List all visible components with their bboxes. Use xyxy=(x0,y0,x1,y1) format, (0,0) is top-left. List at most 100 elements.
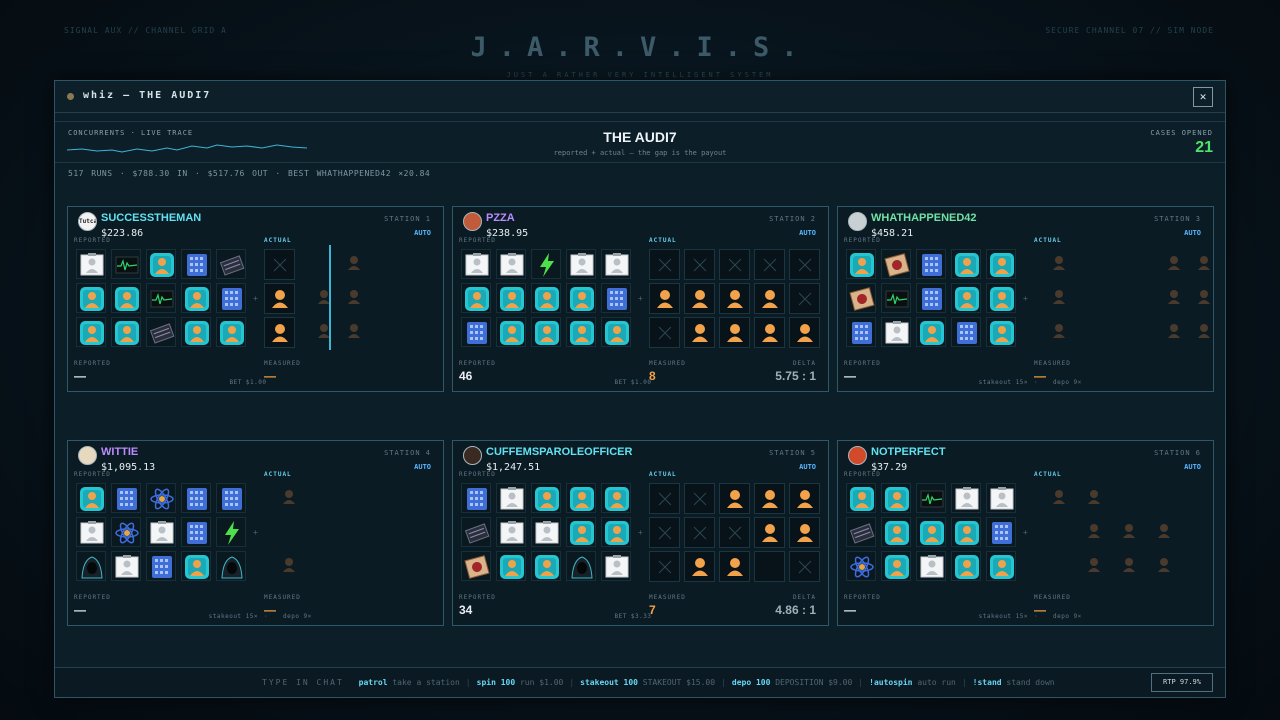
auto-toggle[interactable]: AUTO xyxy=(414,463,431,471)
person-icon xyxy=(986,483,1016,513)
pending-icon xyxy=(1149,517,1180,548)
player-balance: $458.21 xyxy=(871,228,914,239)
game-window: whiz — THE AUDI7 ✕ CONCURRENTS · LIVE TR… xyxy=(54,80,1226,698)
face-icon xyxy=(951,283,981,313)
reported-label: REPORTED xyxy=(74,360,111,367)
pending-icon xyxy=(1044,483,1075,514)
avatar xyxy=(848,446,867,465)
bet-label: BET $3.33 xyxy=(614,613,652,620)
chat-command[interactable]: depo 100 xyxy=(732,678,771,687)
person-icon xyxy=(531,517,561,547)
face-icon xyxy=(181,551,211,581)
stats-line: 517 RUNS · $788.30 IN · $517.76 OUT · BE… xyxy=(68,169,431,178)
game-title: THE AUDI7 xyxy=(603,129,677,145)
station-card[interactable]: Tutcam SUCCESSTHEMAN STATION 1 REPORTED $223… xyxy=(67,206,444,392)
station-card[interactable]: CUFFEMSPAROLEOFFICER STATION 5 REPORTED $1,… xyxy=(452,440,829,626)
measured-label: MEASURED xyxy=(1034,360,1071,367)
depo-count: depo 9× xyxy=(1053,613,1082,620)
station-card[interactable]: WITTIE STATION 4 REPORTED $1,095.13 AUTO ACTU… xyxy=(67,440,444,626)
face-icon xyxy=(986,249,1016,279)
face-icon xyxy=(881,483,911,513)
reported-label: REPORTED xyxy=(844,594,881,601)
pending-icon xyxy=(1079,483,1110,514)
chat-command-desc: stand down xyxy=(1006,678,1055,687)
auto-toggle[interactable]: AUTO xyxy=(799,463,816,471)
player-name: SUCCESSTHEMAN xyxy=(101,212,202,224)
auto-toggle[interactable]: AUTO xyxy=(799,229,816,237)
face-icon xyxy=(146,249,176,279)
plus-divider: + xyxy=(638,528,643,537)
bolt-icon xyxy=(216,517,246,547)
person-icon xyxy=(566,249,596,279)
chat-command-desc: take a station xyxy=(392,678,460,687)
auto-toggle[interactable]: AUTO xyxy=(414,229,431,237)
face-icon xyxy=(496,551,526,581)
hit-icon xyxy=(684,283,715,314)
person-icon xyxy=(496,517,526,547)
hood-icon xyxy=(216,551,246,581)
game-subtitle: reported + actual — the gap is the payou… xyxy=(553,149,727,157)
pending-icon xyxy=(1114,517,1145,548)
chat-command[interactable]: spin 100 xyxy=(477,678,516,687)
player-name: WHATHAPPENED42 xyxy=(871,212,977,224)
hood-icon xyxy=(76,551,106,581)
person-icon xyxy=(881,317,911,347)
chat-command[interactable]: patrol xyxy=(359,678,388,687)
delta-value: 5.75 : 1 xyxy=(775,369,816,383)
pending-icon xyxy=(1114,551,1145,582)
command-separator: | xyxy=(721,678,726,687)
auto-toggle[interactable]: AUTO xyxy=(1184,229,1201,237)
face-icon xyxy=(531,483,561,513)
miss-icon xyxy=(649,317,680,348)
command-separator: | xyxy=(961,678,967,687)
pending-icon xyxy=(1159,283,1190,314)
plus-divider: + xyxy=(253,528,258,537)
server-icon xyxy=(986,517,1016,547)
status-dot xyxy=(67,93,74,100)
station-card[interactable]: PZZA STATION 2 REPORTED $238.95 AUTO ACTUAL + R… xyxy=(452,206,829,392)
window-title: whiz — THE AUDI7 xyxy=(83,90,212,101)
chat-command-desc: DEPOSITION $9.00 xyxy=(775,678,853,687)
atom-icon xyxy=(111,517,141,547)
cases-opened-label: CASES OPENED xyxy=(1150,129,1213,137)
chat-command[interactable]: stakeout 100 xyxy=(580,678,638,687)
actual-header: ACTUAL xyxy=(264,237,292,244)
chat-command-desc: run $1.00 xyxy=(519,678,564,687)
miss-icon xyxy=(719,517,750,548)
station-card[interactable]: NOTPERFECT STATION 6 REPORTED $37.29 AUTO ACT… xyxy=(837,440,1214,626)
rtp-badge: RTP 97.9% xyxy=(1151,673,1213,692)
face-icon xyxy=(601,517,631,547)
face-icon xyxy=(531,283,561,313)
server-icon xyxy=(916,283,946,313)
face-icon xyxy=(986,283,1016,313)
chat-commands: TYPE IN CHAT patrol take a station | spin … xyxy=(262,678,1055,687)
actual-header: ACTUAL xyxy=(649,237,677,244)
bet-label: BET $1.00 xyxy=(614,379,652,386)
person-icon xyxy=(76,249,106,279)
server-icon xyxy=(916,249,946,279)
auto-toggle[interactable]: AUTO xyxy=(1184,463,1201,471)
avatar xyxy=(463,212,482,231)
face-icon xyxy=(531,551,561,581)
face-icon xyxy=(566,483,596,513)
face-icon xyxy=(846,483,876,513)
player-balance: $1,095.13 xyxy=(101,462,156,473)
chat-command[interactable]: !autospin xyxy=(869,678,912,687)
station-card[interactable]: WHATHAPPENED42 STATION 3 REPORTED $458.21 AU… xyxy=(837,206,1214,392)
server-icon xyxy=(181,249,211,279)
face-icon xyxy=(566,283,596,313)
close-button[interactable]: ✕ xyxy=(1193,87,1213,107)
pending-icon xyxy=(1189,283,1220,314)
measured-label: MEASURED xyxy=(1034,594,1071,601)
face-icon xyxy=(181,317,211,347)
pending-icon xyxy=(309,283,340,314)
chat-command[interactable]: !stand xyxy=(973,678,1002,687)
command-separator: | xyxy=(569,678,575,687)
miss-icon xyxy=(649,551,680,582)
actual-header: ACTUAL xyxy=(649,471,677,478)
face-icon xyxy=(916,517,946,547)
hit-icon xyxy=(789,517,820,548)
measured-label: MEASURED xyxy=(264,594,301,601)
face-icon xyxy=(216,317,246,347)
reported-label: REPORTED xyxy=(74,594,111,601)
